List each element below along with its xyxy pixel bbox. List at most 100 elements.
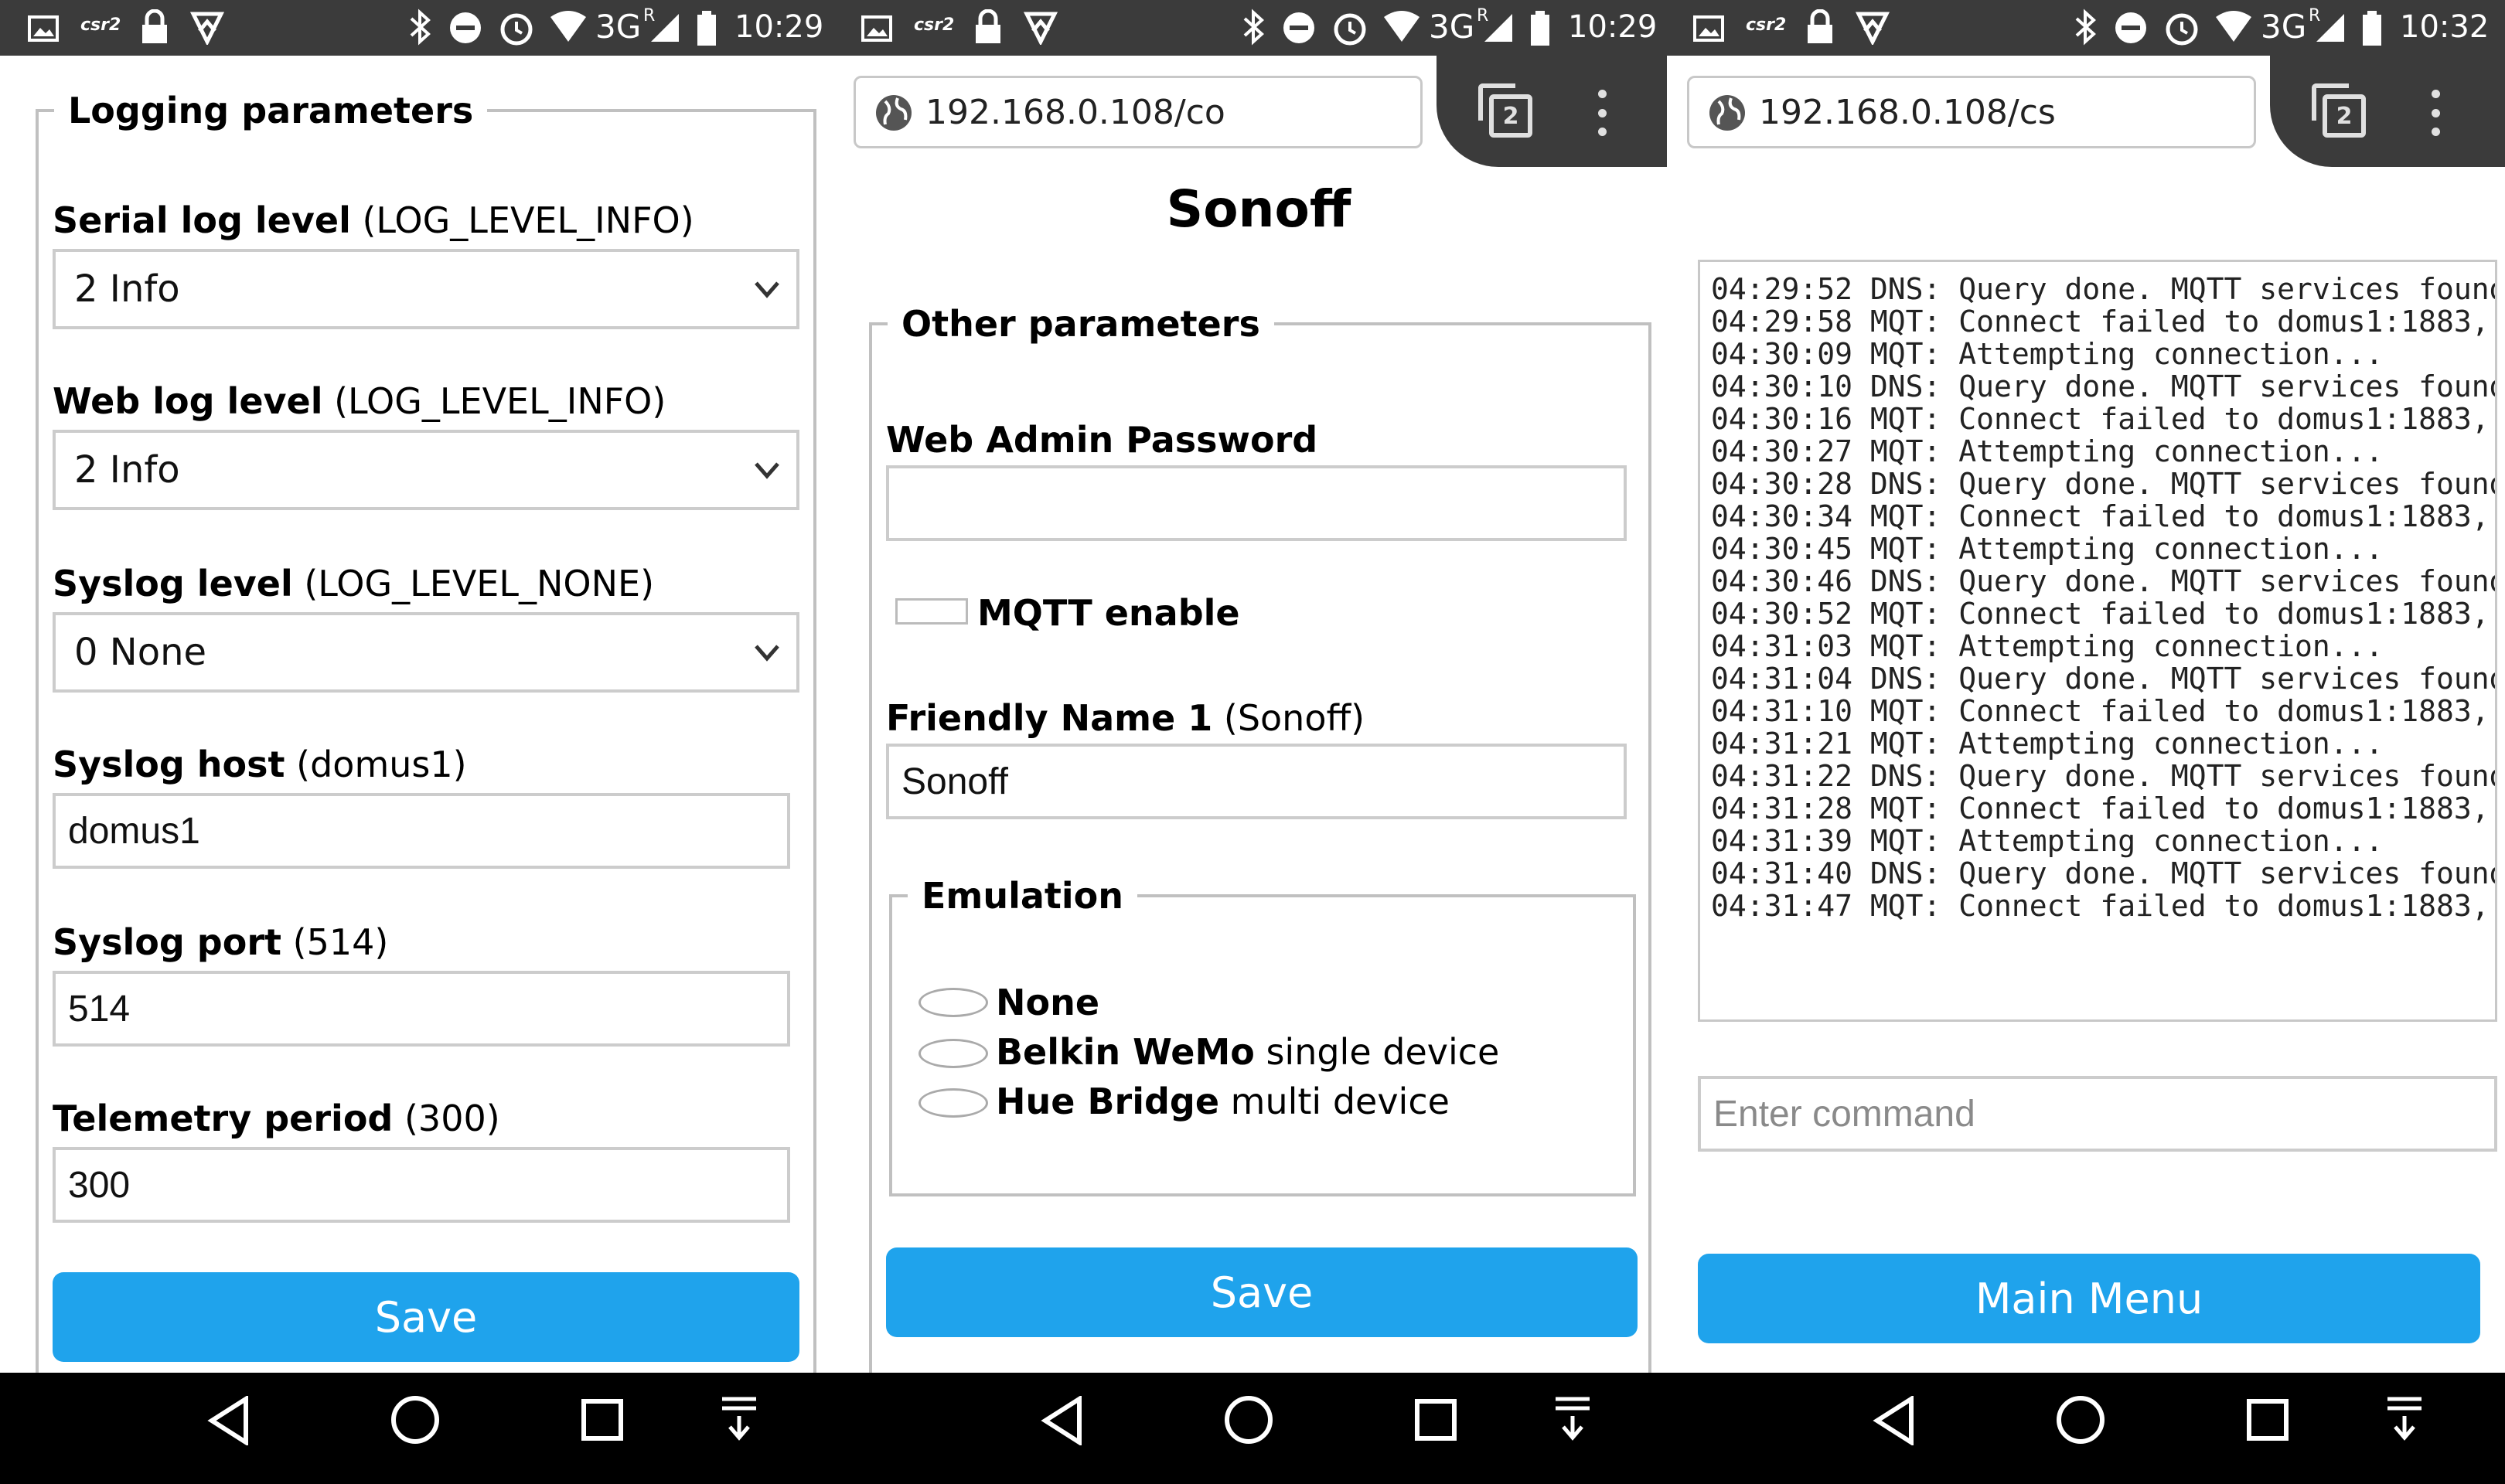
field-label: Web log level (LOG_LEVEL_INFO): [53, 380, 666, 422]
friendly-name-label: Friendly Name 1 (Sonoff): [886, 697, 1365, 739]
emulation-option-label: Belkin WeMo single device: [996, 1031, 1500, 1073]
status-segment-2: csr2 3G R 10:29: [833, 0, 1667, 56]
battery-icon: [697, 11, 716, 46]
more-menu-icon[interactable]: [2429, 90, 2442, 136]
carrier-badge: csr2: [1746, 15, 1787, 35]
lock-icon: [976, 9, 1000, 43]
console-log[interactable]: 04:29:52 DNS: Query done. MQTT services …: [1698, 260, 2497, 1022]
console-line: 04:30:45 MQT: Attempting connection...: [1711, 532, 2384, 566]
battery-icon: [1531, 11, 1549, 46]
emulation-legend: Emulation: [922, 875, 1124, 917]
field-label: Serial log level (LOG_LEVEL_INFO): [53, 199, 694, 241]
recents-icon[interactable]: [2245, 1397, 2290, 1442]
web-log-level-select[interactable]: 2 Info: [53, 430, 799, 510]
console-line: 04:31:39 MQT: Attempting connection...: [1711, 824, 2384, 858]
back-icon[interactable]: [1871, 1396, 1917, 1445]
more-menu-icon[interactable]: [1596, 90, 1608, 136]
console-line: 04:30:52 MQT: Connect failed to domus1:1…: [1711, 597, 2497, 631]
browser-toolbar: 192.168.0.108/cs 2: [1667, 56, 2505, 167]
home-icon[interactable]: [1223, 1394, 1274, 1445]
fieldset-legend: Logging parameters: [68, 90, 474, 131]
save-button[interactable]: Save: [53, 1272, 799, 1362]
syslog-host-input[interactable]: domus1: [53, 793, 790, 869]
emulation-none-radio[interactable]: [918, 988, 988, 1017]
url-bar[interactable]: 192.168.0.108/co: [854, 76, 1423, 148]
mqtt-enable-label: MQTT enable: [977, 592, 1240, 634]
field-label: Syslog level (LOG_LEVEL_NONE): [53, 563, 655, 604]
chevron-down-icon: [755, 645, 779, 662]
bluetooth-icon: [410, 9, 431, 46]
tab-switcher-icon[interactable]: 2: [2312, 83, 2366, 138]
do-not-disturb-icon: [2115, 12, 2146, 43]
home-icon[interactable]: [390, 1394, 441, 1445]
back-icon[interactable]: [1039, 1396, 1086, 1445]
do-not-disturb-icon: [1283, 12, 1314, 43]
serial-log-level-select[interactable]: 2 Info: [53, 249, 799, 329]
syslog-level-select[interactable]: 0 None: [53, 612, 799, 693]
emulation-hue-radio[interactable]: [918, 1088, 988, 1118]
mqtt-enable-checkbox[interactable]: [895, 598, 968, 625]
console-line: 04:31:21 MQT: Attempting connection...: [1711, 727, 2384, 761]
network-type: 3G: [2261, 8, 2307, 46]
field-label: Syslog port (514): [53, 921, 389, 963]
network-type: 3G: [595, 8, 642, 46]
status-segment-1: csr2 3G R 10:29: [0, 0, 833, 56]
command-input[interactable]: Enter command: [1698, 1076, 2497, 1152]
console-line: 04:30:34 MQT: Connect failed to domus1:1…: [1711, 499, 2497, 533]
clock: 10:29: [1568, 9, 1658, 45]
tab-switcher-icon[interactable]: 2: [1478, 83, 1532, 138]
home-icon[interactable]: [2055, 1394, 2106, 1445]
wifi-icon: [1384, 11, 1420, 42]
globe-icon: [1709, 95, 1745, 131]
console-line: 04:30:46 DNS: Query done. MQTT services …: [1711, 564, 2497, 598]
friendly-name-input[interactable]: Sonoff: [886, 744, 1627, 819]
console-line: 04:30:28 DNS: Query done. MQTT services …: [1711, 467, 2497, 501]
url-bar[interactable]: 192.168.0.108/cs: [1687, 76, 2256, 148]
web-admin-password-input[interactable]: [886, 465, 1627, 541]
wifi-icon: [550, 11, 586, 42]
alarm-icon: [2166, 13, 2198, 46]
notification-pull-icon[interactable]: [2384, 1396, 2425, 1442]
console-line: 04:31:03 MQT: Attempting connection...: [1711, 629, 2384, 663]
console-line: 04:31:40 DNS: Query done. MQTT services …: [1711, 856, 2497, 890]
recents-icon[interactable]: [1413, 1397, 1458, 1442]
console-line: 04:30:16 MQT: Connect failed to domus1:1…: [1711, 402, 2497, 436]
battery-icon: [2363, 11, 2381, 46]
clock: 10:32: [2400, 9, 2490, 45]
globe-icon: [876, 95, 912, 131]
save-button[interactable]: Save: [886, 1247, 1638, 1337]
status-bar: csr2 3G R 10:29 csr2 3G R 10:29 csr2 3G …: [0, 0, 2505, 56]
console-line: 04:31:47 MQT: Connect failed to domus1:1…: [1711, 889, 2497, 923]
console-line: 04:30:27 MQT: Attempting connection...: [1711, 434, 2384, 468]
telemetry-period-input[interactable]: 300: [53, 1147, 790, 1223]
recents-icon[interactable]: [580, 1397, 625, 1442]
web-admin-password-label: Web Admin Password: [886, 419, 1318, 461]
carrier-badge: csr2: [80, 15, 121, 35]
url-text: 192.168.0.108/cs: [1759, 92, 2056, 132]
syslog-port-input[interactable]: 514: [53, 971, 790, 1047]
console-line: 04:30:10 DNS: Query done. MQTT services …: [1711, 369, 2497, 403]
alarm-icon: [500, 13, 533, 46]
system-nav-bar: [0, 1373, 2505, 1484]
download-flag-icon: [1856, 12, 1890, 45]
image-notification-icon: [1693, 15, 1724, 42]
clock: 10:29: [734, 9, 824, 45]
network-type: 3G: [1429, 8, 1475, 46]
wifi-icon: [2216, 11, 2251, 42]
emulation-wemo-radio[interactable]: [918, 1039, 988, 1068]
field-label: Telemetry period (300): [53, 1098, 500, 1139]
image-notification-icon: [28, 15, 59, 42]
download-flag-icon: [1024, 12, 1058, 45]
notification-pull-icon[interactable]: [719, 1396, 759, 1442]
signal-icon: [2316, 14, 2344, 42]
console-line: 04:29:58 MQT: Connect failed to domus1:1…: [1711, 305, 2497, 339]
main-menu-button[interactable]: Main Menu: [1698, 1254, 2480, 1343]
panel-other-params: 192.168.0.108/co 2 Sonoff Other paramete…: [833, 56, 1667, 1373]
panel-console: 192.168.0.108/cs 2 04:29:52 DNS: Query d…: [1667, 56, 2505, 1373]
chevron-down-icon: [755, 462, 779, 479]
lock-icon: [142, 9, 167, 43]
emulation-option-label: Hue Bridge multi device: [996, 1081, 1450, 1122]
download-flag-icon: [190, 12, 224, 45]
notification-pull-icon[interactable]: [1552, 1396, 1593, 1442]
back-icon[interactable]: [206, 1396, 252, 1445]
